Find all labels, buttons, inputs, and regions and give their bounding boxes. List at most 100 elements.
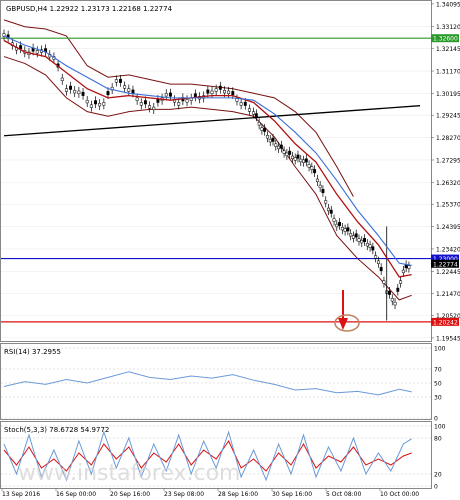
candle-body [399,280,403,284]
candle-body [268,138,272,143]
candle-body [271,137,275,142]
main-tick-label: 1.19545 [436,335,460,342]
candle-body [168,92,172,97]
candle-body [139,102,143,106]
main-tick-label: 1.24395 [436,224,460,231]
candle-body [379,267,383,272]
level-label: 1.20242 [433,319,458,326]
candle-body [277,145,281,150]
candle-body [363,238,366,242]
candle-body [214,88,218,92]
rsi-title: RSI(14) 37.2955 [4,348,61,356]
candle-body [288,150,292,155]
candle-body [321,189,325,194]
main-y-axis: 1.34095 1.33120 1.32145 1.31170 1.30195 1.292… [431,1,460,342]
candle-body [368,244,372,248]
rsi-tick-label: 30 [434,395,442,402]
rsi-tick-label: 70 [434,367,442,374]
candle-body [371,246,375,251]
candle-body [393,301,397,306]
candle-body [296,154,300,159]
main-tick-label: 1.28270 [436,135,460,142]
candle-body [349,233,353,237]
candle-body [263,127,267,132]
candle-body [388,290,391,295]
rsi-panel-frame [0,343,432,420]
x-tick-label: 23 Sep 08:00 [164,491,204,498]
candle-body [313,169,317,174]
candle-body [127,88,131,92]
candle-body [279,144,283,149]
candle-body [123,85,127,89]
candle-body [285,152,289,156]
main-tick-label: 1.23420 [436,246,460,253]
candle-body [73,89,77,94]
level-label: 1.22774 [433,261,458,268]
candle-body [135,97,139,101]
candle-body [293,157,297,161]
main-tick-label: 1.29245 [436,113,460,120]
stoch-tick-label: 80 [434,436,442,443]
main-tick-label: 1.31170 [436,69,460,76]
stoch-tick-label: 20 [434,472,442,479]
candle-body [177,102,181,106]
rsi-tick-label: 50 [434,381,442,388]
candle-body [252,111,256,115]
candle-body [346,227,350,232]
candle-body [239,102,243,106]
candle-body [343,228,347,232]
candle-body [106,91,110,96]
candle-body [210,90,214,95]
candle-body [407,265,411,269]
candle-body [35,50,39,54]
main-tick-label: 1.21470 [436,291,460,298]
candle-body [81,91,85,96]
x-tick-label: 30 Sep 16:00 [272,491,312,498]
main-tick-label: 1.26320 [436,180,460,187]
x-tick-label: 28 Sep 16:00 [218,491,258,498]
candle-body [60,77,64,81]
candle-body [365,243,369,247]
candle-body [243,101,247,106]
candle-body [218,85,222,90]
candle-body [193,93,197,98]
candle-body [302,159,305,163]
candle-body [307,164,311,168]
candle-body [327,207,330,212]
candle-body [335,223,339,228]
x-axis: 13 Sep 2016 16 Sep 00:00 20 Sep 16:00 23 Se… [1,488,419,498]
main-tick-label: 1.30195 [436,91,460,98]
candle-body [290,155,294,160]
main-tick-label: 1.27295 [436,157,460,164]
candle-body [119,78,122,83]
candle-body [382,280,386,284]
candle-body [143,100,147,105]
candle-body [340,226,344,231]
candle-body [223,89,226,94]
candle-body [85,99,89,104]
candle-body [247,108,251,112]
candle-body [396,287,400,292]
x-tick-label: 5 Oct 08:00 [326,491,361,498]
rsi-y-axis: 100 70 50 30 0 [434,346,446,423]
candle-body [164,93,168,97]
candle-body [235,98,239,102]
main-tick-label: 1.25370 [436,202,460,209]
x-tick-label: 10 Oct 00:00 [380,491,419,498]
candle-body [89,104,93,108]
main-panel-frame [0,0,432,342]
x-tick-label: 20 Sep 16:00 [110,491,150,498]
main-tick-label: 1.22445 [436,269,460,276]
candle-body [131,89,135,94]
candle-body [19,45,23,50]
candle-body [257,122,261,126]
candle-body [227,90,231,95]
candle-body [98,102,102,107]
candle-body [102,102,106,106]
candle-body [274,143,278,147]
main-tick-label: 1.34095 [436,1,460,8]
stoch-y-axis: 100 80 20 0 [434,424,446,491]
candle-body [282,150,286,154]
candle-body [266,135,269,139]
level-label: 1.32600 [433,36,458,43]
